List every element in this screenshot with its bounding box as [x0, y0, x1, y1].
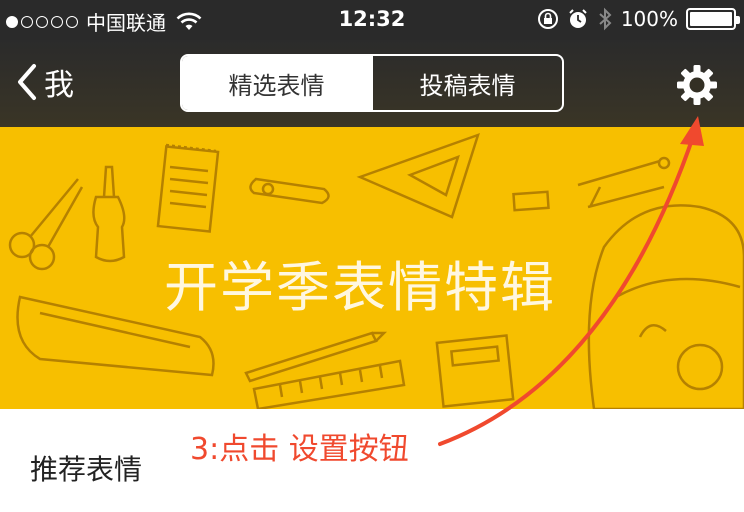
tab-submitted-stickers[interactable]: 投稿表情: [371, 56, 562, 110]
back-button-label: 我: [44, 68, 74, 103]
eraser-icon: [512, 190, 550, 212]
bluetooth-icon: [599, 7, 612, 31]
chevron-left-icon: [18, 64, 36, 100]
tab-featured-stickers[interactable]: 精选表情: [182, 56, 371, 110]
banner-title: 开学季表情特辑: [164, 256, 556, 319]
tab-label: 精选表情: [228, 71, 325, 100]
section-title-recommended: 推荐表情: [30, 453, 143, 486]
settings-gear-icon[interactable]: [676, 64, 718, 106]
status-bar: 中国联通 12:32 100%: [0, 0, 744, 40]
calculator-icon: [435, 334, 515, 408]
notepad-icon: [156, 143, 220, 233]
compass-icon: [577, 156, 671, 209]
triangle-ruler-icon: [356, 132, 480, 219]
tab-label: 投稿表情: [419, 71, 516, 100]
battery-percent: 100%: [620, 7, 678, 31]
back-button[interactable]: 我: [14, 60, 74, 104]
rotation-lock-icon: [537, 9, 558, 29]
battery-level: [690, 12, 732, 26]
promo-banner[interactable]: 开学季表情特辑: [0, 127, 744, 409]
segmented-control: 精选表情 投稿表情: [180, 54, 564, 112]
alarm-icon: [569, 9, 587, 28]
navigation-bar: 我 精选表情 投稿表情: [0, 40, 744, 127]
annotation-label: 3:点击 设置按钮: [190, 432, 409, 467]
ruler-icon: [252, 359, 406, 409]
utility-knife-icon: [249, 177, 330, 205]
pencil-icon: [244, 331, 388, 383]
battery-icon: [686, 8, 740, 30]
status-bar-right: 100%: [537, 7, 740, 31]
